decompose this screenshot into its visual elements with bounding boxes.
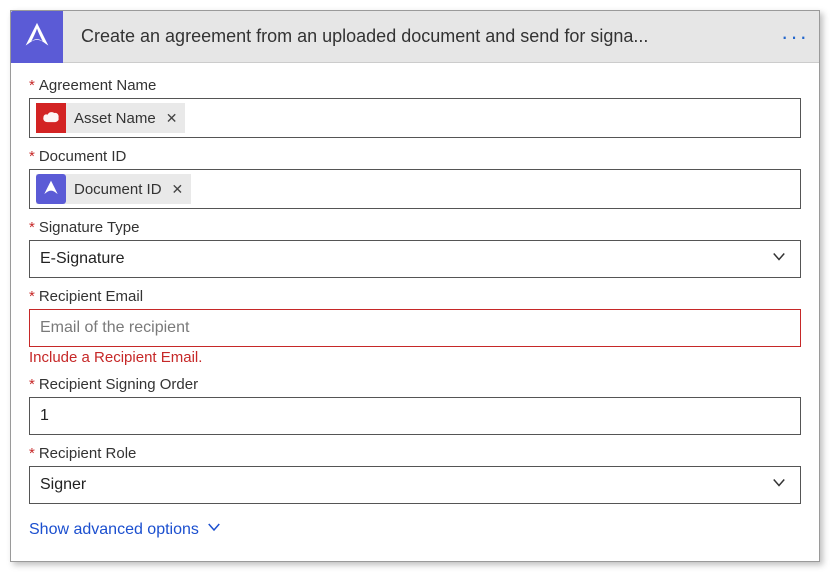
recipient-role-select[interactable]: Signer [29, 466, 801, 504]
document-id-label: *Document ID [29, 148, 801, 165]
document-id-input[interactable]: Document ID ✕ [29, 169, 801, 209]
remove-token-icon[interactable]: ✕ [166, 110, 178, 127]
chevron-down-icon [205, 518, 223, 541]
show-advanced-options-link[interactable]: Show advanced options [29, 518, 223, 541]
card-header: Create an agreement from an uploaded doc… [11, 11, 819, 63]
action-card: Create an agreement from an uploaded doc… [10, 10, 820, 562]
placeholder-text: Email of the recipient [36, 319, 189, 337]
token-document-id[interactable]: Document ID ✕ [36, 174, 191, 204]
agreement-name-label: *Agreement Name [29, 77, 801, 94]
card-title: Create an agreement from an uploaded doc… [81, 26, 771, 47]
agreement-name-input[interactable]: Asset Name ✕ [29, 98, 801, 138]
token-label: Asset Name [74, 110, 156, 127]
token-asset-name[interactable]: Asset Name ✕ [36, 103, 185, 133]
select-value: Signer [40, 476, 86, 494]
card-body: *Agreement Name Asset Name ✕ *Document I… [11, 63, 819, 561]
chevron-down-icon [770, 474, 788, 497]
signing-order-input[interactable] [29, 397, 801, 435]
token-label: Document ID [74, 181, 162, 198]
chevron-down-icon [770, 248, 788, 271]
adobe-sign-icon [11, 11, 63, 63]
recipient-email-error: Include a Recipient Email. [29, 349, 801, 366]
recipient-email-label: *Recipient Email [29, 288, 801, 305]
remove-token-icon[interactable]: ✕ [172, 181, 184, 198]
recipient-email-input[interactable]: Email of the recipient [29, 309, 801, 347]
signature-type-select[interactable]: E-Signature [29, 240, 801, 278]
recipient-role-label: *Recipient Role [29, 445, 801, 462]
signature-type-label: *Signature Type [29, 219, 801, 236]
select-value: E-Signature [40, 250, 125, 268]
creative-cloud-icon [36, 103, 66, 133]
more-options-button[interactable]: ··· [771, 24, 819, 50]
signing-order-label: *Recipient Signing Order [29, 376, 801, 393]
adobe-sign-icon [36, 174, 66, 204]
